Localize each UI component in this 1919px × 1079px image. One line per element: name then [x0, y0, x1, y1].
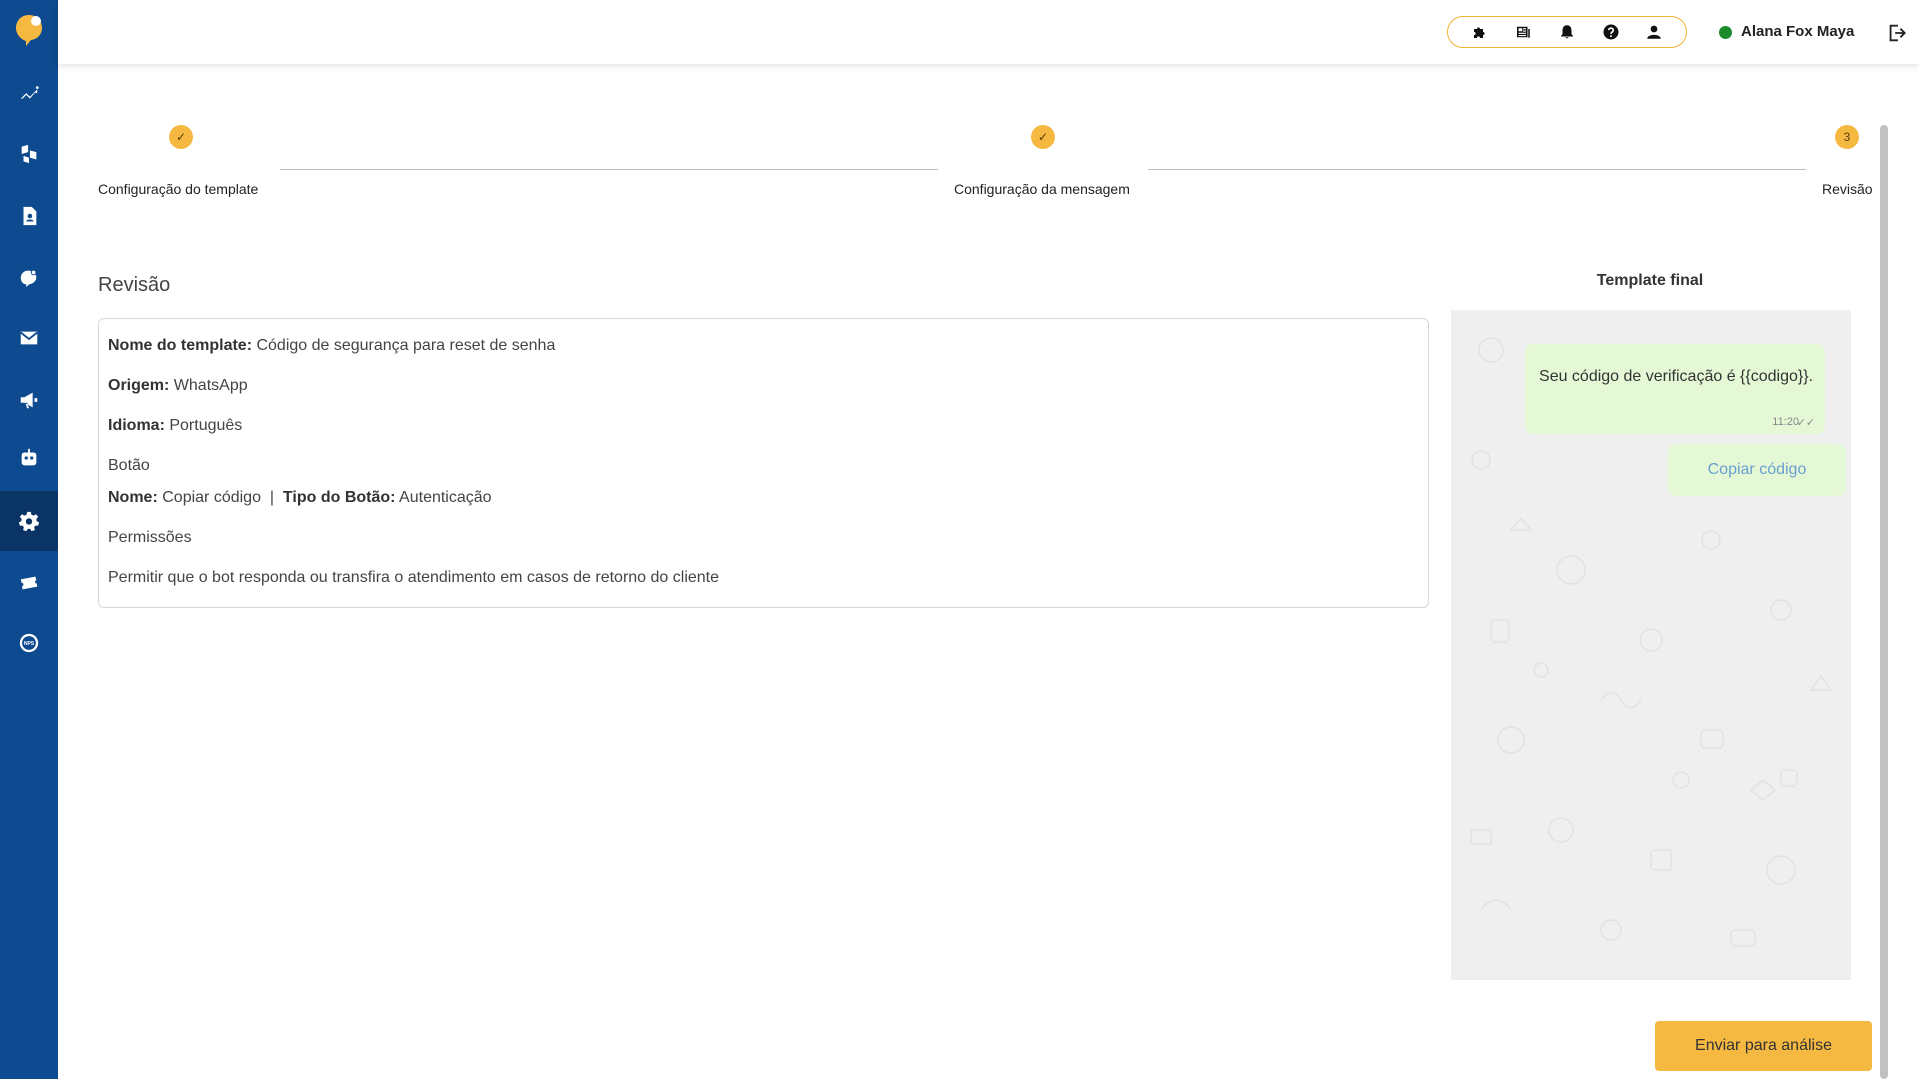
button-heading: Botão: [108, 457, 150, 474]
origin-value: WhatsApp: [173, 377, 248, 394]
nps-icon: NPS: [19, 633, 39, 653]
megaphone-icon: [20, 392, 38, 409]
chart-icon: [20, 86, 39, 99]
sidebar-item-bots[interactable]: [0, 428, 58, 488]
help-icon[interactable]: [1600, 21, 1622, 43]
message-text: Seu código de verificação é {{codigo}}.: [1539, 368, 1813, 385]
template-name-value: Código de segurança para reset de senha: [256, 337, 556, 354]
copy-code-button[interactable]: Copiar código: [1668, 444, 1846, 496]
ticket-icon: [20, 576, 38, 590]
sidebar-item-contacts[interactable]: [0, 186, 58, 246]
sidebar-item-tickets[interactable]: [0, 553, 58, 613]
step-1-marker: ✓: [169, 125, 193, 149]
preview-title: Template final: [1596, 272, 1704, 289]
sidebar-item-dashboard[interactable]: [0, 64, 58, 124]
language-row: Idioma: Português: [108, 417, 243, 434]
template-name-row: Nome do template: Código de segurança pa…: [108, 337, 556, 354]
contact-icon: [23, 206, 37, 226]
button-details-row: Nome: Copiar código | Tipo do Botão: Aut…: [108, 489, 492, 506]
step-2-label: Configuração da mensagem: [954, 181, 1130, 197]
logo-icon[interactable]: [14, 13, 44, 47]
news-icon[interactable]: [1512, 21, 1534, 43]
step-3-marker: 3: [1835, 125, 1859, 149]
sidebar-item-chat[interactable]: [0, 248, 58, 308]
logout-icon[interactable]: [1886, 22, 1908, 44]
svg-text:NPS: NPS: [24, 641, 35, 647]
online-status-indicator: [1719, 26, 1732, 39]
review-card: Nome do template: Código de segurança pa…: [98, 318, 1429, 608]
header-tools: [1447, 16, 1687, 48]
chat-icon: [20, 269, 37, 288]
whatsapp-preview: Seu código de verificação é {{codigo}}. …: [1451, 310, 1851, 980]
step-connector: [1148, 169, 1806, 170]
user-icon[interactable]: [1643, 21, 1665, 43]
button-type-value: Autenticação: [399, 489, 492, 506]
puzzle-icon[interactable]: [1469, 21, 1491, 43]
step-3-label: Revisão: [1822, 181, 1873, 197]
sidebar-item-campaigns[interactable]: [0, 370, 58, 430]
language-value: Português: [169, 417, 243, 434]
separator: |: [269, 489, 275, 506]
origin-row: Origem: WhatsApp: [108, 377, 248, 394]
message-time: 11:20: [1772, 416, 1799, 428]
bell-icon[interactable]: [1556, 21, 1578, 43]
sidebar-item-settings[interactable]: [0, 491, 58, 551]
step-1-label: Configuração do template: [98, 181, 259, 197]
gear-icon: [18, 511, 40, 532]
step-2-marker: ✓: [1031, 125, 1055, 149]
step-connector: [280, 169, 938, 170]
submit-for-review-button[interactable]: Enviar para análise: [1655, 1021, 1872, 1071]
scrollbar[interactable]: [1880, 125, 1888, 1079]
bot-icon: [21, 448, 37, 466]
sidebar-item-email[interactable]: [0, 308, 58, 368]
read-check-icon: ✓✓: [1796, 417, 1815, 429]
top-header: Alana Fox Maya: [58, 0, 1919, 64]
user-name[interactable]: Alana Fox Maya: [1741, 23, 1854, 40]
sidebar-item-inventory[interactable]: [0, 124, 58, 184]
section-title: Revisão: [98, 274, 171, 296]
button-name-value: Copiar código: [162, 489, 261, 506]
boxes-icon: [21, 144, 37, 164]
sidebar: NPS: [0, 0, 58, 1079]
sidebar-item-nps[interactable]: NPS: [0, 613, 58, 673]
mail-icon: [20, 331, 38, 345]
permissions-heading: Permissões: [108, 529, 192, 546]
permissions-text: Permitir que o bot responda ou transfira…: [108, 569, 720, 586]
message-bubble: Seu código de verificação é {{codigo}}. …: [1525, 344, 1825, 434]
